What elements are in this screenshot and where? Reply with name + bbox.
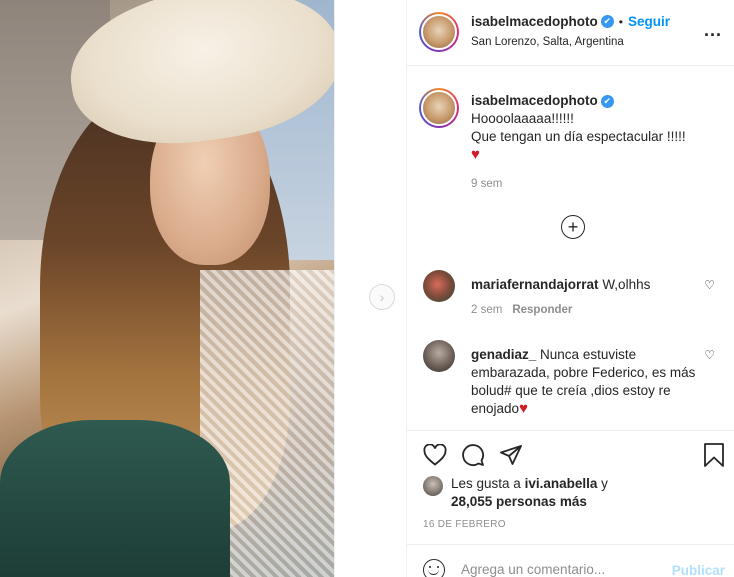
post-actions: Les gusta a ivi.anabella y 28,055 person…	[407, 430, 734, 560]
comment-text: genadiaz_ Nunca estuviste embarazada, po…	[471, 346, 696, 418]
chevron-right-icon: ›	[379, 289, 385, 305]
publish-button[interactable]: Publicar	[672, 563, 725, 577]
comment-meta: 2 sem Responder	[471, 304, 572, 316]
verified-badge-icon: ✔	[600, 15, 614, 28]
post-photo[interactable]	[0, 0, 334, 577]
comment-bubble-icon[interactable]	[461, 443, 485, 467]
comment-body: W,olhhs	[602, 277, 651, 292]
caption-username[interactable]: isabelmacedophoto	[471, 93, 598, 108]
caption-line-2: Que tengan un día espectacular !!!!!	[471, 129, 686, 144]
plus-circle-icon: +	[567, 217, 579, 237]
reply-button[interactable]: Responder	[512, 304, 572, 316]
caption-timestamp[interactable]: 9 sem	[471, 178, 502, 190]
next-photo-button[interactable]: ›	[369, 284, 395, 310]
caption-avatar[interactable]	[419, 88, 459, 128]
post-location[interactable]: San Lorenzo, Salta, Argentina	[471, 36, 624, 48]
heart-outline-icon[interactable]: ♡	[704, 348, 715, 362]
caption-body: isabelmacedophoto ✔ Hoooolaaaaa!!!!!! Que…	[471, 92, 726, 164]
caption-line-1: Hoooolaaaaa!!!!!!	[471, 111, 574, 126]
liker-username[interactable]: ivi.anabella	[525, 476, 598, 491]
likes-summary: Les gusta a ivi.anabella y 28,055 person…	[423, 475, 608, 511]
likes-text: Les gusta a ivi.anabella y 28,055 person…	[451, 475, 608, 511]
likes-connector: y	[601, 476, 608, 491]
verified-badge-icon: ✔	[600, 94, 614, 108]
comment-timestamp[interactable]: 2 sem	[471, 304, 502, 316]
add-comment-bar: Publicar	[407, 544, 734, 577]
likes-count[interactable]: 28,055 personas más	[451, 494, 587, 509]
liker-avatar[interactable]	[423, 476, 443, 496]
red-heart-emoji-icon: ♥	[471, 146, 480, 163]
author-avatar[interactable]	[419, 12, 459, 52]
emoji-smiley-icon[interactable]	[423, 559, 445, 577]
bookmark-icon[interactable]	[703, 443, 725, 467]
separator-dot: •	[618, 14, 623, 29]
commenter-avatar[interactable]	[423, 270, 455, 302]
red-heart-emoji-icon: ♥	[519, 400, 528, 417]
header-name-line: isabelmacedophoto ✔ • Seguir	[471, 14, 670, 29]
commenter-avatar[interactable]	[423, 340, 455, 372]
post-header: isabelmacedophoto ✔ • Seguir San Lorenzo…	[407, 0, 734, 66]
commenter-username[interactable]: mariafernandajorrat	[471, 277, 599, 292]
comment-input[interactable]	[461, 562, 661, 577]
commenter-username[interactable]: genadiaz_	[471, 347, 536, 362]
like-heart-icon[interactable]	[423, 444, 447, 466]
heart-outline-icon[interactable]: ♡	[704, 278, 715, 292]
post-date[interactable]: 16 DE FEBRERO	[423, 519, 506, 530]
action-icons	[423, 443, 523, 467]
follow-button[interactable]: Seguir	[628, 14, 670, 29]
likes-prefix: Les gusta a	[451, 476, 521, 491]
photo-swimsuit	[0, 420, 230, 577]
share-send-icon[interactable]	[499, 443, 523, 467]
author-username[interactable]: isabelmacedophoto	[471, 14, 598, 29]
post-panel: isabelmacedophoto ✔ • Seguir San Lorenzo…	[406, 0, 734, 577]
load-more-comments-button[interactable]: +	[561, 215, 585, 239]
comment-text: mariafernandajorrat W,olhhs	[471, 276, 696, 294]
more-options-icon[interactable]: ...	[704, 20, 722, 41]
